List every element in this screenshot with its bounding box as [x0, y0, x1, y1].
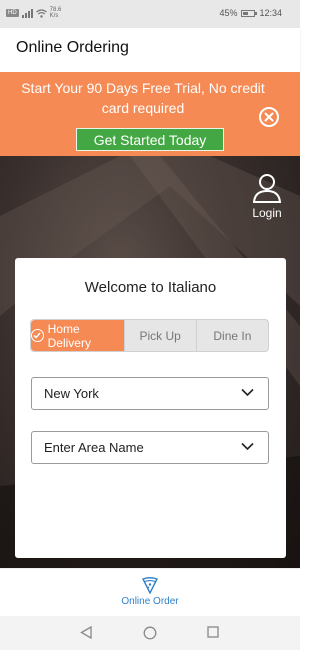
- get-started-button[interactable]: Get Started Today: [76, 128, 224, 151]
- welcome-heading: Welcome to Italiano: [84, 279, 217, 296]
- status-left: HD 78.6 K/s: [6, 7, 61, 19]
- app-header: Online Ordering: [0, 28, 300, 72]
- order-type-tabs: Home Delivery Pick Up Dine In: [30, 319, 269, 352]
- recents-icon[interactable]: [207, 626, 219, 638]
- page-title: Online Ordering: [16, 39, 129, 56]
- city-select-value: New York: [44, 386, 99, 401]
- speed-unit: K/s: [49, 13, 59, 19]
- login-button[interactable]: Login: [247, 173, 287, 233]
- home-icon[interactable]: [143, 626, 157, 640]
- bottom-nav: Online Order: [0, 568, 300, 616]
- back-icon[interactable]: [80, 626, 92, 639]
- nav-label: Online Order: [121, 596, 179, 607]
- check-circle-icon: [31, 329, 44, 342]
- city-select[interactable]: New York: [31, 377, 269, 410]
- close-banner-button[interactable]: [259, 107, 279, 127]
- tab-label: Pick Up: [139, 328, 181, 343]
- clock: 12:34: [259, 8, 282, 18]
- network-speed: 78.6 K/s: [50, 7, 62, 19]
- battery-icon: [241, 9, 258, 17]
- hd-badge: HD: [6, 9, 19, 17]
- wifi-icon: [35, 8, 47, 18]
- area-select-value: Enter Area Name: [44, 440, 144, 455]
- tab-label: Dine In: [213, 328, 252, 343]
- tab-home-delivery[interactable]: Home Delivery: [31, 320, 124, 351]
- nav-online-order[interactable]: Online Order: [110, 577, 190, 607]
- login-label: Login: [252, 206, 282, 220]
- area-select[interactable]: Enter Area Name: [31, 431, 269, 464]
- tab-label: Home Delivery: [47, 321, 91, 350]
- user-icon: [252, 174, 282, 203]
- tab-pick-up[interactable]: Pick Up: [123, 320, 196, 351]
- chevron-down-icon: [241, 442, 254, 451]
- order-card: Welcome to Italiano Home Delivery Pick U…: [15, 258, 286, 558]
- status-bar: HD 78.6 K/s 45% 12:34: [0, 0, 300, 28]
- battery-percent: 45%: [219, 8, 238, 18]
- close-icon: [264, 112, 274, 122]
- status-right: 45% 12:34: [219, 8, 282, 18]
- signal-icon: [21, 8, 33, 18]
- trial-banner-text: Start Your 90 Days Free Trial, No credit…: [21, 80, 265, 116]
- tab-dine-in[interactable]: Dine In: [195, 320, 268, 351]
- chevron-down-icon: [241, 388, 254, 397]
- pizza-slice-icon: [142, 577, 158, 594]
- system-nav-bar: [0, 616, 300, 650]
